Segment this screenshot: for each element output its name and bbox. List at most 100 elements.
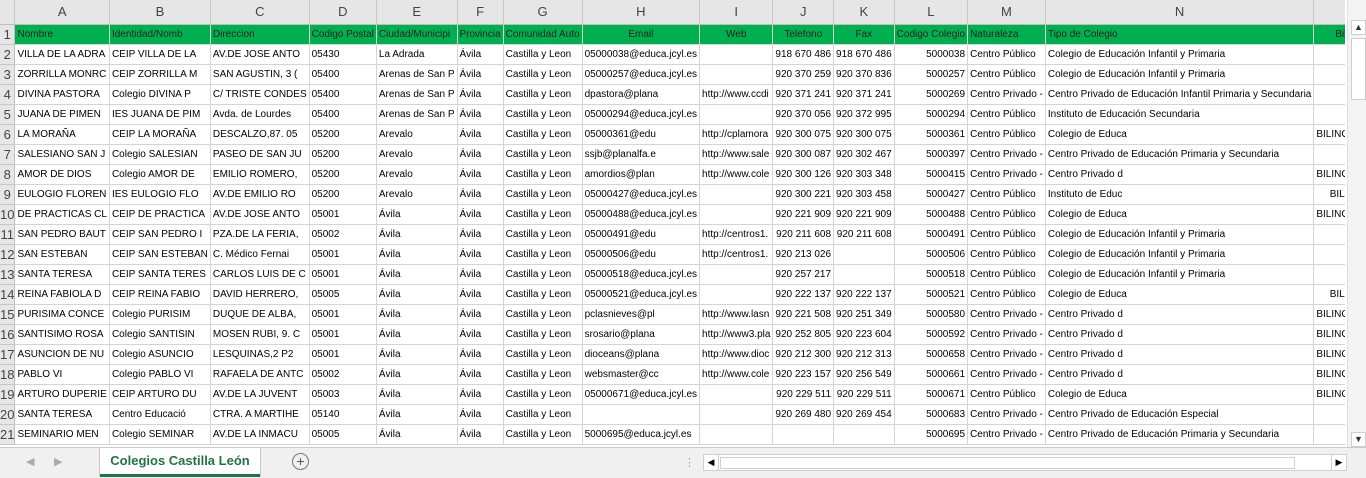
cell[interactable]: CEIP DE PRACTICA: [109, 204, 211, 225]
row-header[interactable]: 11: [0, 224, 16, 245]
cell[interactable]: 920 370 259: [772, 64, 835, 85]
cell[interactable]: 920 223 604: [833, 324, 895, 345]
cell[interactable]: LA MORAÑA: [14, 124, 110, 145]
cell[interactable]: 05003: [309, 384, 377, 405]
cell[interactable]: 920 372 995: [833, 104, 895, 125]
cell[interactable]: CEIP SANTA TERES: [109, 264, 211, 285]
column-header-f[interactable]: F: [457, 0, 504, 25]
cell[interactable]: 5000683: [894, 404, 969, 425]
cell[interactable]: 05200: [309, 124, 377, 145]
cell[interactable]: [699, 284, 774, 305]
header-cell[interactable]: Telefono: [772, 24, 835, 45]
cell[interactable]: CEIP VILLA DE LA: [109, 44, 211, 65]
cell[interactable]: Centro Público: [967, 124, 1046, 145]
row-header[interactable]: 9: [0, 184, 16, 205]
cell[interactable]: Centro Educació: [109, 404, 211, 425]
cell[interactable]: C. Médico Fernai: [210, 244, 310, 265]
cell[interactable]: 05000257@educa.jcyl.es: [582, 64, 701, 85]
cell[interactable]: Castilla y Leon: [503, 164, 583, 185]
cell[interactable]: 920 302 467: [833, 144, 895, 165]
cell[interactable]: SAN AGUSTIN, 3 (: [210, 64, 310, 85]
header-cell[interactable]: Comunidad Auto: [503, 24, 583, 45]
cell[interactable]: Ávila: [376, 324, 458, 345]
cell[interactable]: [1313, 84, 1345, 105]
cell[interactable]: Colegio SEMINAR: [109, 424, 211, 445]
cell[interactable]: CEIP SAN PEDRO I: [109, 224, 211, 245]
cell[interactable]: 920 252 805: [772, 324, 835, 345]
cell[interactable]: SANTA TERESA: [14, 404, 110, 425]
row-header[interactable]: 15: [0, 304, 16, 325]
cell[interactable]: 5000038: [894, 44, 969, 65]
cell[interactable]: Ávila: [457, 224, 504, 245]
cell[interactable]: BILINGÜEInglés: [1313, 124, 1345, 145]
header-cell[interactable]: Naturaleza: [967, 24, 1046, 45]
cell[interactable]: 5000415: [894, 164, 969, 185]
cell[interactable]: 05000427@educa.jcyl.es: [582, 184, 701, 205]
cell[interactable]: BILINGÜEInglés: [1313, 164, 1345, 185]
cell[interactable]: 920 300 075: [772, 124, 835, 145]
cell[interactable]: Ávila: [457, 384, 504, 405]
row-header[interactable]: 8: [0, 164, 16, 185]
header-cell[interactable]: Web: [699, 24, 774, 45]
column-header-d[interactable]: D: [309, 0, 377, 25]
cell[interactable]: La Adrada: [376, 44, 458, 65]
cell[interactable]: Ávila: [376, 284, 458, 305]
cell[interactable]: BILINGÜEInglés: [1313, 324, 1345, 345]
cell[interactable]: Castilla y Leon: [503, 384, 583, 405]
cell[interactable]: Avda. de Lourdes: [210, 104, 310, 125]
cell[interactable]: Centro Privado d: [1045, 164, 1315, 185]
header-cell[interactable]: Bilingüe: [1313, 24, 1345, 45]
cell[interactable]: EMILIO ROMERO,: [210, 164, 310, 185]
cell[interactable]: Castilla y Leon: [503, 84, 583, 105]
row-header[interactable]: 3: [0, 64, 16, 85]
row-header[interactable]: 20: [0, 404, 16, 425]
cell[interactable]: Ávila: [457, 324, 504, 345]
cell[interactable]: 05001: [309, 264, 377, 285]
cell[interactable]: Colegio de Educa: [1045, 284, 1315, 305]
cell[interactable]: CEIP ARTURO DU: [109, 384, 211, 405]
cell[interactable]: 05200: [309, 184, 377, 205]
cell[interactable]: 05002: [309, 224, 377, 245]
cell[interactable]: Centro Público: [967, 384, 1046, 405]
cell[interactable]: 920 223 157: [772, 364, 835, 385]
cell[interactable]: 05200: [309, 164, 377, 185]
cell[interactable]: Castilla y Leon: [503, 204, 583, 225]
cell[interactable]: Colegio AMOR DE: [109, 164, 211, 185]
cell[interactable]: Centro Privado -: [967, 344, 1046, 365]
cell[interactable]: AMOR DE DIOS: [14, 164, 110, 185]
cell[interactable]: http://www.dioc: [699, 344, 774, 365]
cell[interactable]: Colegio de Educa: [1045, 124, 1315, 145]
cell[interactable]: Centro Público: [967, 244, 1046, 265]
cell[interactable]: SAN PEDRO BAUT: [14, 224, 110, 245]
cell[interactable]: Castilla y Leon: [503, 104, 583, 125]
cell[interactable]: Centro Público: [967, 204, 1046, 225]
cell[interactable]: 05000671@educa.jcyl.es: [582, 384, 701, 405]
cell[interactable]: 920 370 836: [833, 64, 895, 85]
cell[interactable]: 5000518: [894, 264, 969, 285]
cell[interactable]: BILINGÜE: [1313, 284, 1345, 305]
cell[interactable]: 920 229 511: [833, 384, 895, 405]
cell[interactable]: 5000488: [894, 204, 969, 225]
cell[interactable]: SALESIANO SAN J: [14, 144, 110, 165]
cell[interactable]: Colegio de Educa: [1045, 384, 1315, 405]
cell[interactable]: 5000580: [894, 304, 969, 325]
cell[interactable]: pclasnieves@pl: [582, 304, 701, 325]
cell[interactable]: Ávila: [457, 104, 504, 125]
cell[interactable]: 920 222 137: [833, 284, 895, 305]
cell[interactable]: 920 222 137: [772, 284, 835, 305]
header-cell[interactable]: Direccion: [210, 24, 310, 45]
cell[interactable]: 920 256 549: [833, 364, 895, 385]
row-header[interactable]: 13: [0, 264, 16, 285]
cell[interactable]: 5000491: [894, 224, 969, 245]
cell[interactable]: [1313, 144, 1345, 165]
row-header[interactable]: 12: [0, 244, 16, 265]
cell[interactable]: Instituto de Educ: [1045, 184, 1315, 205]
cell[interactable]: Castilla y Leon: [503, 64, 583, 85]
cell[interactable]: [699, 184, 774, 205]
header-cell[interactable]: Fax: [833, 24, 895, 45]
cell[interactable]: MOSEN RUBI, 9. C: [210, 324, 310, 345]
cell[interactable]: Centro Privado -: [967, 144, 1046, 165]
cell[interactable]: Colegio SANTISIN: [109, 324, 211, 345]
cell[interactable]: AV.DE JOSE ANTO: [210, 44, 310, 65]
cell[interactable]: Ávila: [457, 404, 504, 425]
